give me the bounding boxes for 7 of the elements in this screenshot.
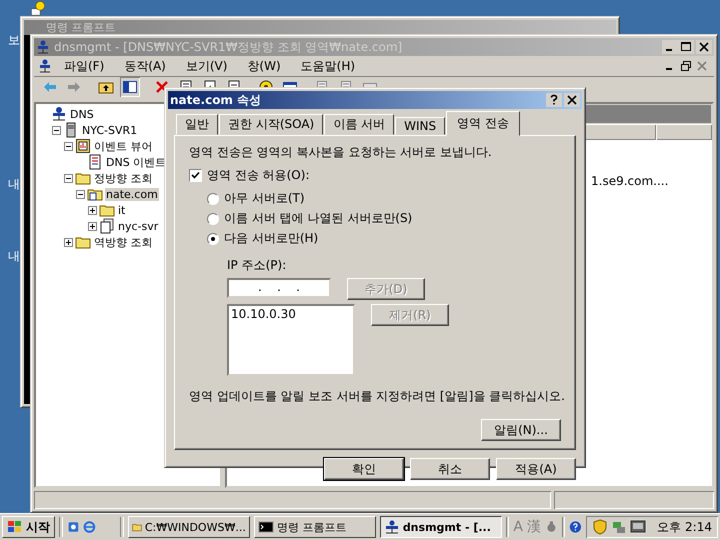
field-label: IP 주소(P):	[227, 257, 288, 274]
dialog-title: nate.com 속성	[170, 92, 262, 108]
description-text: 영역 전송은 영역의 복사본을 요청하는 서버로 보냅니다.	[189, 144, 493, 161]
window-title: dnsmgmt - [DNS₩NYC-SVR1₩정방향 조회 영역₩nate.com]	[54, 38, 402, 56]
clock: 오후 2:14	[657, 518, 712, 536]
list-cell: 1.se9.com....	[591, 174, 668, 188]
window-title: 명령 프롬프트	[46, 20, 116, 35]
